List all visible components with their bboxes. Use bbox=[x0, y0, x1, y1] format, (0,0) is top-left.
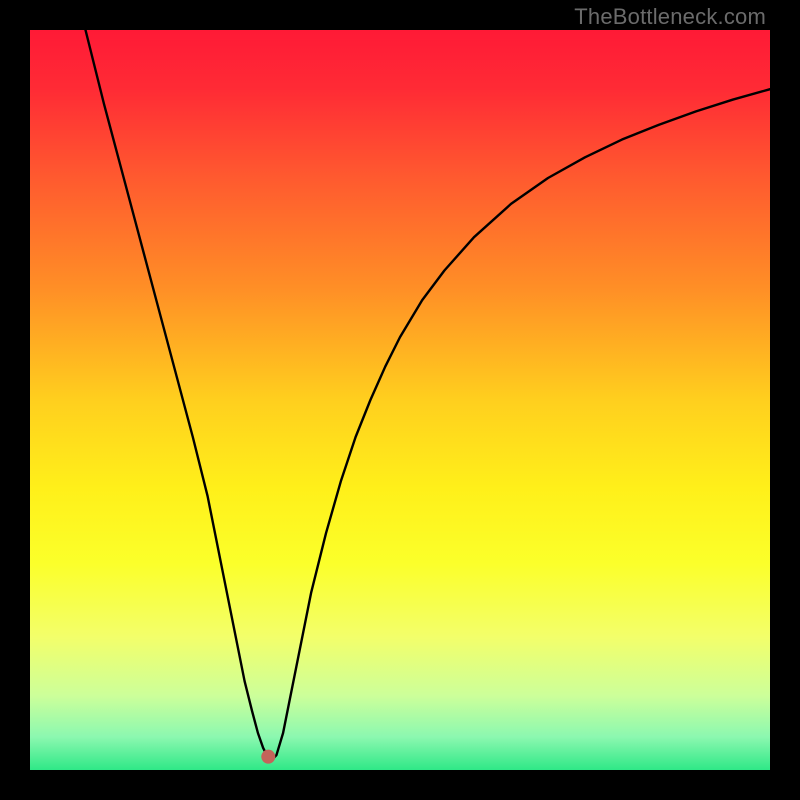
minimum-marker bbox=[261, 750, 275, 764]
chart-frame bbox=[30, 30, 770, 770]
chart-background bbox=[30, 30, 770, 770]
bottleneck-chart bbox=[30, 30, 770, 770]
watermark-text: TheBottleneck.com bbox=[574, 4, 766, 30]
